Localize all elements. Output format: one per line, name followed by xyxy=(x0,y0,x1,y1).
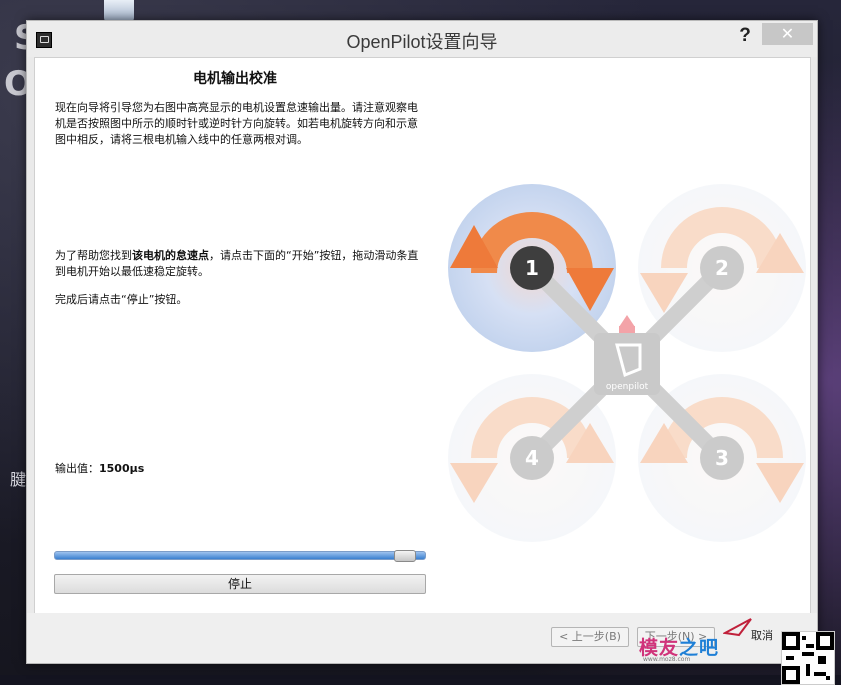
wizard-page: 电机输出校准 现在向导将引导您为右图中高亮显示的电机设置怠速输出量。请注意观察电… xyxy=(34,57,811,614)
instruction-text: 现在向导将引导您为右图中高亮显示的电机设置怠速输出量。请注意观察电机是否按照图中… xyxy=(55,101,418,146)
wizard-window: OpenPilot设置向导 ? ✕ 电机输出校准 现在向导将引导您为右图中高亮显… xyxy=(26,20,835,685)
window-title: OpenPilot设置向导 xyxy=(346,32,498,52)
desktop-recycle-bin-icon[interactable] xyxy=(104,0,134,22)
wizard-footer: < 上一步(B) 下一步(N) > 取消 模友之吧 www.moz8.com xyxy=(27,613,835,685)
watermark-plane-icon xyxy=(723,618,752,637)
forward-arrow-icon xyxy=(619,315,635,327)
output-label: 输出值： xyxy=(55,462,99,475)
output-value-row: 输出值：1500µs xyxy=(55,461,427,477)
stop-button[interactable]: 停止 xyxy=(54,574,426,594)
qr-code-icon xyxy=(781,631,835,685)
idle-point-text-before: 为了帮助您找到 xyxy=(55,249,132,262)
desktop-side-text: 腱 xyxy=(10,470,27,489)
help-button[interactable]: ? xyxy=(732,23,758,49)
forward-arrow-shaft xyxy=(619,326,635,334)
back-button[interactable]: < 上一步(B) xyxy=(551,627,629,647)
close-button[interactable]: ✕ xyxy=(762,23,813,45)
motor-1-number: 1 xyxy=(525,256,539,280)
motor-4-number: 4 xyxy=(525,446,539,470)
output-slider-handle[interactable] xyxy=(393,550,416,562)
finish-instruction: 完成后请点击“停止”按钮。 xyxy=(55,293,188,306)
title-bar[interactable]: OpenPilot设置向导 ? ✕ xyxy=(27,21,817,57)
motor-3-number: 3 xyxy=(715,446,729,470)
quadcopter-diagram: openpilot 1 2 3 4 xyxy=(448,184,806,542)
idle-point-instruction: 为了帮助您找到该电机的怠速点，请点击下面的“开始”按钮，拖动滑动条直到电机开始以… xyxy=(55,248,427,280)
motor-2-number: 2 xyxy=(715,256,729,280)
output-value: 1500µs xyxy=(99,462,145,475)
idle-point-text-bold: 该电机的怠速点 xyxy=(132,249,209,262)
output-slider[interactable] xyxy=(54,551,426,560)
watermark-url: www.moz8.com xyxy=(643,656,691,663)
frame: openpilot xyxy=(524,260,730,466)
page-title: 电机输出校准 xyxy=(193,71,277,87)
openpilot-logo-text: openpilot xyxy=(606,382,649,392)
